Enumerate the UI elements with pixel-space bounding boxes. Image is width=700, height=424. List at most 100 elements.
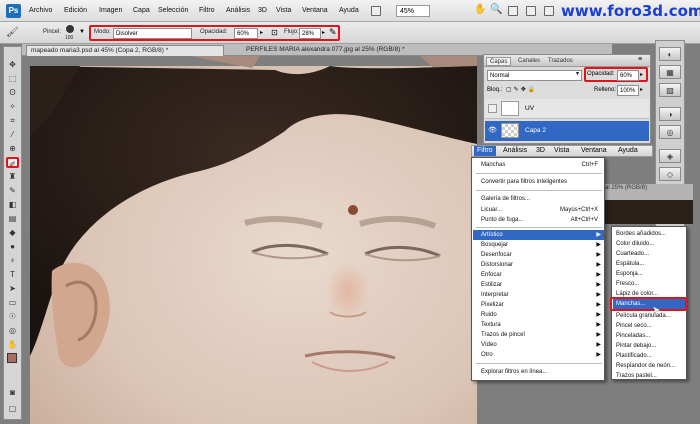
clone-stamp-tool-icon[interactable]: ♜ [6,171,19,182]
menu-item-interpretar[interactable]: Interpretar ▶ [473,290,604,300]
menu-item-desenfocar[interactable]: Desenfocar ▶ [473,250,604,260]
menu-filtro-open[interactable]: Filtro [474,146,496,156]
foreground-color-swatch[interactable] [7,353,17,363]
chevron-down-icon[interactable]: ▼ [575,71,580,77]
menu-ayuda[interactable]: Ayuda [618,147,638,154]
quick-mask-icon[interactable]: ◙ [6,387,19,398]
zoom-field[interactable]: 45% [396,5,430,17]
visibility-toggle[interactable] [488,104,497,113]
menu-item-video[interactable]: Vídeo ▶ [473,340,604,350]
swatches-panel-icon[interactable]: ▦ [659,65,681,79]
tab-canales[interactable]: Canales [515,57,543,66]
menu-item-estilizar[interactable]: Estilizar ▶ [473,280,604,290]
layers-panel-icon[interactable]: ◈ [659,149,681,163]
tab-perfiles-maria[interactable]: PERFILES MARIA alexandra 077.jpg al 25% … [242,45,442,56]
submenu-item-pintar-debajo[interactable]: Pintar debajo... [613,341,686,351]
menu-item-ruido[interactable]: Ruido ▶ [473,310,604,320]
menu-item-textura[interactable]: Textura ▶ [473,320,604,330]
3d-rotate-tool-icon[interactable]: ☉ [6,311,19,322]
brush-preview-icon[interactable] [66,25,74,33]
document-canvas[interactable] [30,56,477,424]
bridge-icon[interactable] [371,6,381,16]
menu-item-last-filter[interactable]: Manchas Ctrl+F [473,160,604,170]
submenu-item-fresco[interactable]: Fresco... [613,279,686,289]
menu-imagen[interactable]: Imagen [99,7,122,14]
menu-analisis[interactable]: Análisis [503,147,527,154]
magic-wand-tool-icon[interactable]: ✧ [6,101,19,112]
fill-arrow-icon[interactable]: ▸ [640,86,643,93]
menu-seleccion[interactable]: Selección [158,7,188,14]
airbrush-pressure-icon[interactable]: ⊡ [271,28,278,37]
lasso-tool-icon[interactable]: ʘ [6,87,19,98]
eye-icon[interactable]: 👁 [488,126,497,135]
rotate-view-icon[interactable] [508,6,518,16]
menu-item-otro[interactable]: Otro ▶ [473,350,604,360]
layer-row-uv[interactable]: UV [485,99,649,119]
menu-item-enfocar[interactable]: Enfocar ▶ [473,270,604,280]
menu-item-pixelizar[interactable]: Pixelizar ▶ [473,300,604,310]
layer-opacity-field[interactable]: 60% [617,70,639,81]
tab-mapeado-maria[interactable]: mapeado maria3.psd al 45% (Copa 2, RGB/8… [26,45,224,56]
screen-mode-icon[interactable] [544,6,554,16]
menu-item-artistico[interactable]: Artístico ▶ [473,230,604,240]
healing-brush-tool-icon[interactable]: ⊕ [6,143,19,154]
submenu-item-plastificado[interactable]: Plastificado... [613,351,686,361]
airbrush-icon[interactable]: ✎ [329,27,337,38]
type-tool-icon[interactable]: T [6,269,19,280]
marquee-tool-icon[interactable]: ⬚ [6,73,19,84]
layer-row-capa-2[interactable]: 👁 Capa 2 [485,121,649,141]
path-selection-tool-icon[interactable]: ➤ [6,283,19,294]
hand-tool-icon[interactable]: ✋ [474,4,486,15]
styles-panel-icon[interactable]: ▧ [659,83,681,97]
menu-ventana[interactable]: Ventana [581,147,607,154]
eraser-tool-icon[interactable]: ◧ [6,199,19,210]
submenu-item-pinceladas[interactable]: Pinceladas... [613,331,686,341]
flow-arrow-icon[interactable]: ▸ [322,29,325,36]
opacity-arrow-icon[interactable]: ▸ [260,29,263,36]
submenu-item-esponja[interactable]: Esponja... [613,269,686,279]
eyedropper-tool-icon[interactable]: ⁄ [6,129,19,140]
gradient-tool-icon[interactable]: ▤ [6,213,19,224]
menu-item-trazos-pincel[interactable]: Trazos de pincel ▶ [473,330,604,340]
menu-3d[interactable]: 3D [258,7,267,14]
menu-capa[interactable]: Capa [133,7,150,14]
fill-field[interactable]: 100% [617,85,639,96]
menu-archivo[interactable]: Archivo [29,7,52,14]
menu-3d[interactable]: 3D [536,147,545,154]
menu-ventana[interactable]: Ventana [302,7,328,14]
screen-mode-icon[interactable]: ▢ [6,403,19,414]
menu-item-gallery[interactable]: Galería de filtros... [473,194,604,204]
adjustments-panel-icon[interactable]: ◑ [659,107,681,121]
hand-tool-icon[interactable]: ✋ [6,339,19,350]
panel-menu-icon[interactable]: ≡ [638,56,642,63]
brush-tool-icon[interactable]: 🖌 [6,27,19,38]
brush-tool-selected-icon[interactable]: ✐ [6,157,19,169]
submenu-item-espatula[interactable]: Espátula... [613,259,686,269]
mode-select[interactable]: Disolver [113,28,192,39]
history-brush-tool-icon[interactable]: ✎ [6,185,19,196]
menu-item-liquify[interactable]: Licuar... Mayús+Ctrl+X [473,205,604,215]
submenu-item-bordes[interactable]: Bordes añadidos... [613,229,686,239]
menu-item-distorsionar[interactable]: Distorsionar ▶ [473,260,604,270]
menu-item-bosquejar[interactable]: Bosquejar ▶ [473,240,604,250]
shape-tool-icon[interactable]: ▭ [6,297,19,308]
menu-analisis[interactable]: Análisis [226,7,250,14]
menu-item-vanishing[interactable]: Punto de fuga... Alt+Ctrl+V [473,215,604,225]
color-panel-icon[interactable]: ◐ [659,47,681,61]
masks-panel-icon[interactable]: ◎ [659,125,681,139]
menu-ayuda[interactable]: Ayuda [339,7,359,14]
move-tool-icon[interactable]: ✥ [6,59,19,70]
blend-mode-select[interactable]: Normal [487,70,582,81]
tab-trazados[interactable]: Trazados [545,57,576,66]
menu-item-convert-smart[interactable]: Convertir para filtros inteligentes [473,177,604,187]
menu-filtro[interactable]: Filtro [199,7,215,14]
menu-edicion[interactable]: Edición [64,7,87,14]
opacity-arrow-icon[interactable]: ▸ [640,71,643,78]
zoom-tool-icon[interactable]: 🔍 [490,4,502,15]
tab-capas[interactable]: Capas [486,57,512,66]
menu-vista[interactable]: Vista [554,147,569,154]
3d-orbit-tool-icon[interactable]: ◎ [6,325,19,336]
chevron-down-icon[interactable]: ▼ [79,29,85,35]
submenu-item-pelicula[interactable]: Película granulada... [613,311,686,321]
submenu-item-cuarteado[interactable]: Cuarteado... [613,249,686,259]
